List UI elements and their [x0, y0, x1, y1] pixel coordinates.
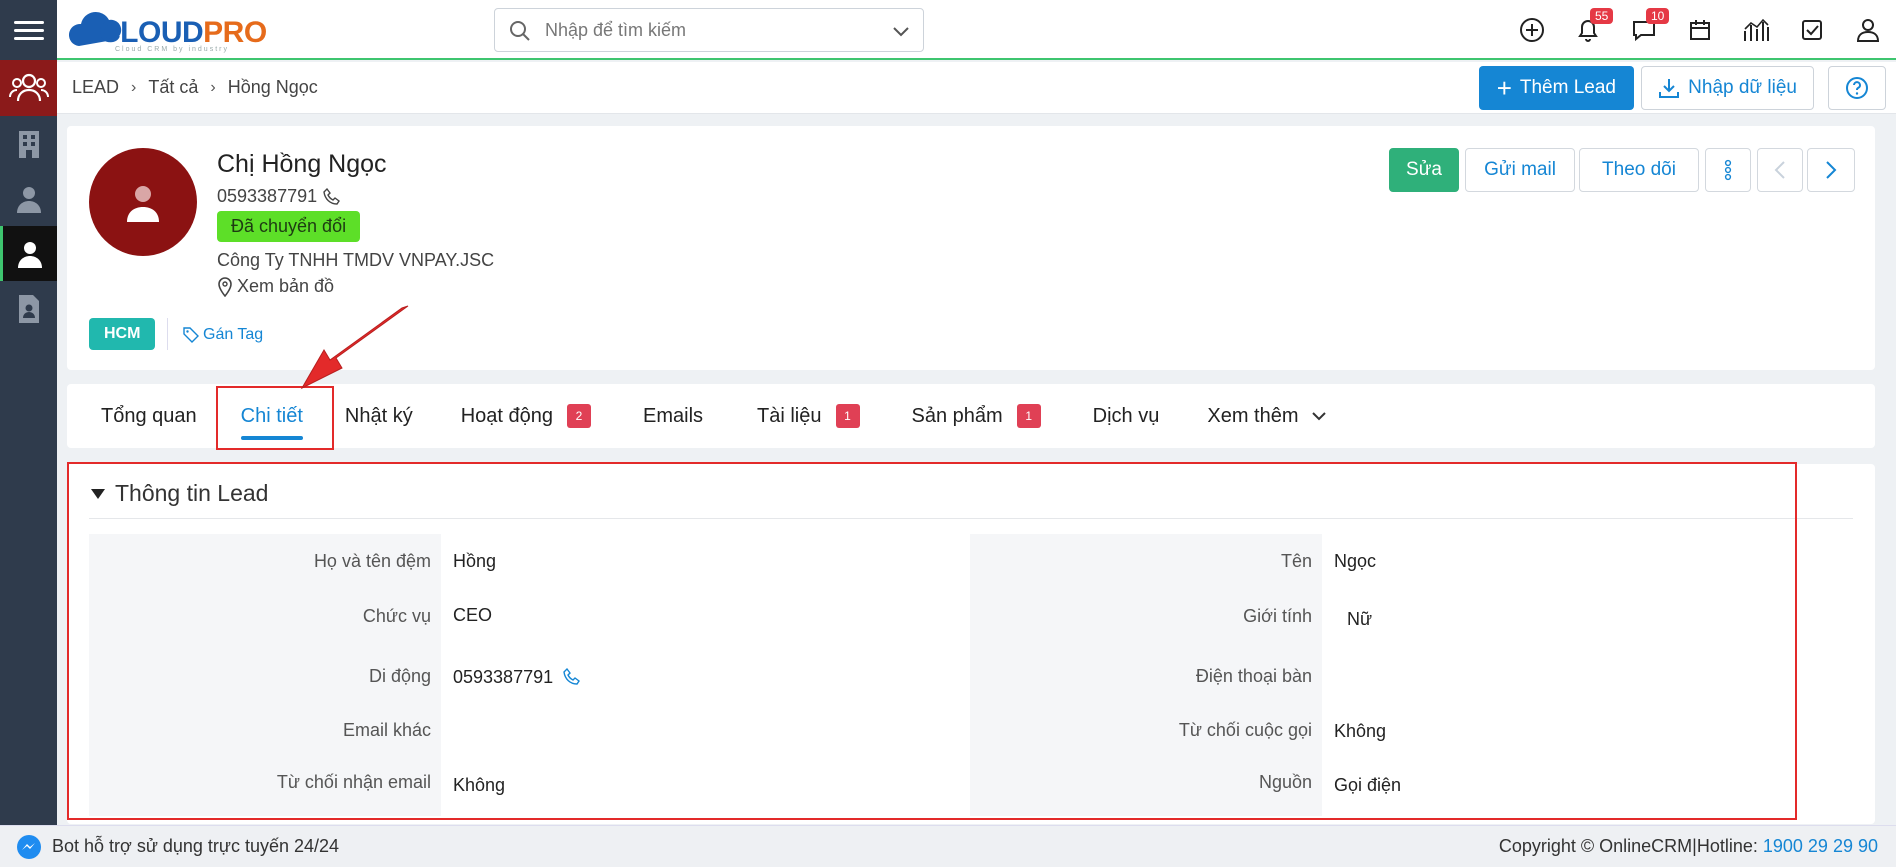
- download-icon: [1659, 79, 1680, 98]
- lead-phone-number: 0593387791: [217, 186, 318, 206]
- add-button[interactable]: [1504, 0, 1560, 60]
- messages-button[interactable]: 10: [1616, 0, 1672, 60]
- tab-products[interactable]: Sản phẩm 1: [912, 384, 1041, 448]
- reports-button[interactable]: [1728, 0, 1784, 60]
- contact-icon: [16, 186, 41, 213]
- next-record-button[interactable]: [1807, 148, 1855, 192]
- map-link[interactable]: Xem bản đồ: [217, 276, 334, 297]
- chart-icon: [1744, 18, 1769, 41]
- search-input[interactable]: Nhập để tìm kiếm: [494, 8, 924, 52]
- plus-icon: +: [1496, 73, 1512, 103]
- breadcrumb: LEAD › Tất cả › Hồng Ngọc: [57, 77, 318, 98]
- task-icon: [1802, 20, 1822, 40]
- menu-icon[interactable]: [0, 0, 57, 60]
- notifications-button[interactable]: 55: [1560, 0, 1616, 60]
- lead-name: Chị Hồng Ngọc: [217, 150, 387, 178]
- footer: Bot hỗ trợ sử dụng trực tuyến 24/24 Copy…: [0, 825, 1896, 867]
- add-lead-label: Thêm Lead: [1519, 77, 1616, 98]
- search-icon: [510, 21, 530, 41]
- hotline-link[interactable]: 1900 29 29 90: [1763, 836, 1878, 856]
- person-avatar-icon: [127, 186, 159, 222]
- chevron-right-icon: [1826, 161, 1837, 179]
- sidebar-item-contacts[interactable]: [0, 171, 57, 226]
- tab-more[interactable]: Xem thêm: [1207, 384, 1326, 448]
- tag-icon: [183, 327, 199, 343]
- document-icon: [18, 294, 39, 323]
- tab-documents[interactable]: Tài liệu 1: [757, 384, 860, 448]
- calendar-button[interactable]: [1672, 0, 1728, 60]
- calendar-icon: [1690, 20, 1710, 40]
- tab-activities[interactable]: Hoạt động 2: [461, 384, 591, 448]
- company-name: Công Ty TNHH TMDV VNPAY.JSC: [217, 250, 495, 270]
- users-icon: [8, 73, 49, 102]
- tab-emails[interactable]: Emails: [643, 384, 703, 448]
- add-lead-button[interactable]: + Thêm Lead: [1478, 66, 1634, 110]
- assign-tag-label: Gán Tag: [203, 326, 264, 343]
- search-placeholder: Nhập để tìm kiếm: [545, 19, 687, 40]
- sidebar-item-leads[interactable]: [0, 60, 57, 116]
- sidebar-item-documents[interactable]: [0, 281, 57, 336]
- copyright-text: Copyright © OnlineCRM|Hotline:: [1498, 836, 1763, 856]
- assign-tag-link[interactable]: Gán Tag: [183, 326, 263, 344]
- building-icon: [18, 130, 39, 158]
- annotation-arrow: [300, 305, 409, 390]
- more-vertical-icon: [1724, 159, 1732, 181]
- lead-phone: 0593387791: [217, 186, 341, 207]
- chevron-right-icon: ›: [131, 78, 137, 96]
- notifications-badge: 55: [1590, 8, 1614, 24]
- map-link-label: Xem bản đồ: [237, 276, 335, 296]
- sidebar: [0, 0, 57, 867]
- status-badge: Đã chuyển đổi: [217, 211, 361, 242]
- products-count-badge: 1: [1016, 404, 1041, 428]
- logo[interactable]: CLOUDPRO Cloud CRM by industry: [67, 6, 267, 53]
- edit-button[interactable]: Sửa: [1389, 148, 1459, 192]
- chevron-left-icon: [1774, 161, 1785, 179]
- chevron-right-icon: ›: [210, 78, 216, 96]
- person-icon: [18, 241, 42, 268]
- profile-button[interactable]: [1840, 0, 1896, 60]
- user-icon: [1856, 19, 1880, 42]
- breadcrumb-level1[interactable]: Tất cả: [148, 77, 198, 98]
- map-pin-icon: [218, 276, 232, 297]
- documents-count-badge: 1: [835, 404, 860, 428]
- top-icons: 55 10: [1504, 0, 1896, 60]
- divider: [167, 318, 168, 350]
- support-bot[interactable]: Bot hỗ trợ sử dụng trực tuyến 24/24: [0, 834, 339, 860]
- import-button[interactable]: Nhập dữ liệu: [1641, 66, 1814, 110]
- tab-services[interactable]: Dịch vụ: [1093, 384, 1160, 448]
- previous-record-button[interactable]: [1757, 148, 1803, 192]
- tag-chip[interactable]: HCM: [89, 318, 156, 350]
- messages-badge: 10: [1646, 8, 1670, 24]
- chevron-down-icon: [1311, 412, 1326, 421]
- avatar: [89, 148, 197, 256]
- activities-count-badge: 2: [567, 404, 591, 428]
- help-button[interactable]: [1828, 66, 1886, 110]
- more-actions-button[interactable]: [1705, 148, 1751, 192]
- phone-icon[interactable]: [323, 187, 341, 206]
- follow-button[interactable]: Theo dõi: [1579, 148, 1699, 192]
- help-icon: [1846, 77, 1868, 99]
- chevron-down-icon[interactable]: [891, 21, 911, 41]
- messenger-icon: [17, 834, 41, 859]
- breadcrumb-root[interactable]: LEAD: [72, 77, 119, 98]
- highlight-section-box: [67, 462, 1797, 820]
- top-bar: CLOUDPRO Cloud CRM by industry Nhập để t…: [57, 0, 1896, 60]
- tasks-button[interactable]: [1784, 0, 1840, 60]
- support-bot-label: Bot hỗ trợ sử dụng trực tuyến 24/24: [52, 836, 340, 856]
- sidebar-item-organizations[interactable]: [0, 116, 57, 171]
- send-mail-button[interactable]: Gửi mail: [1465, 148, 1575, 192]
- breadcrumb-bar: LEAD › Tất cả › Hồng Ngọc + Thêm Lead Nh…: [57, 62, 1896, 114]
- tab-overview[interactable]: Tổng quan: [101, 384, 197, 448]
- sidebar-item-customers[interactable]: [0, 226, 57, 281]
- breadcrumb-current: Hồng Ngọc: [227, 77, 318, 97]
- add-icon: [1520, 18, 1544, 42]
- copyright: Copyright © OnlineCRM|Hotline: 1900 29 2…: [1499, 836, 1878, 857]
- import-label: Nhập dữ liệu: [1688, 77, 1797, 98]
